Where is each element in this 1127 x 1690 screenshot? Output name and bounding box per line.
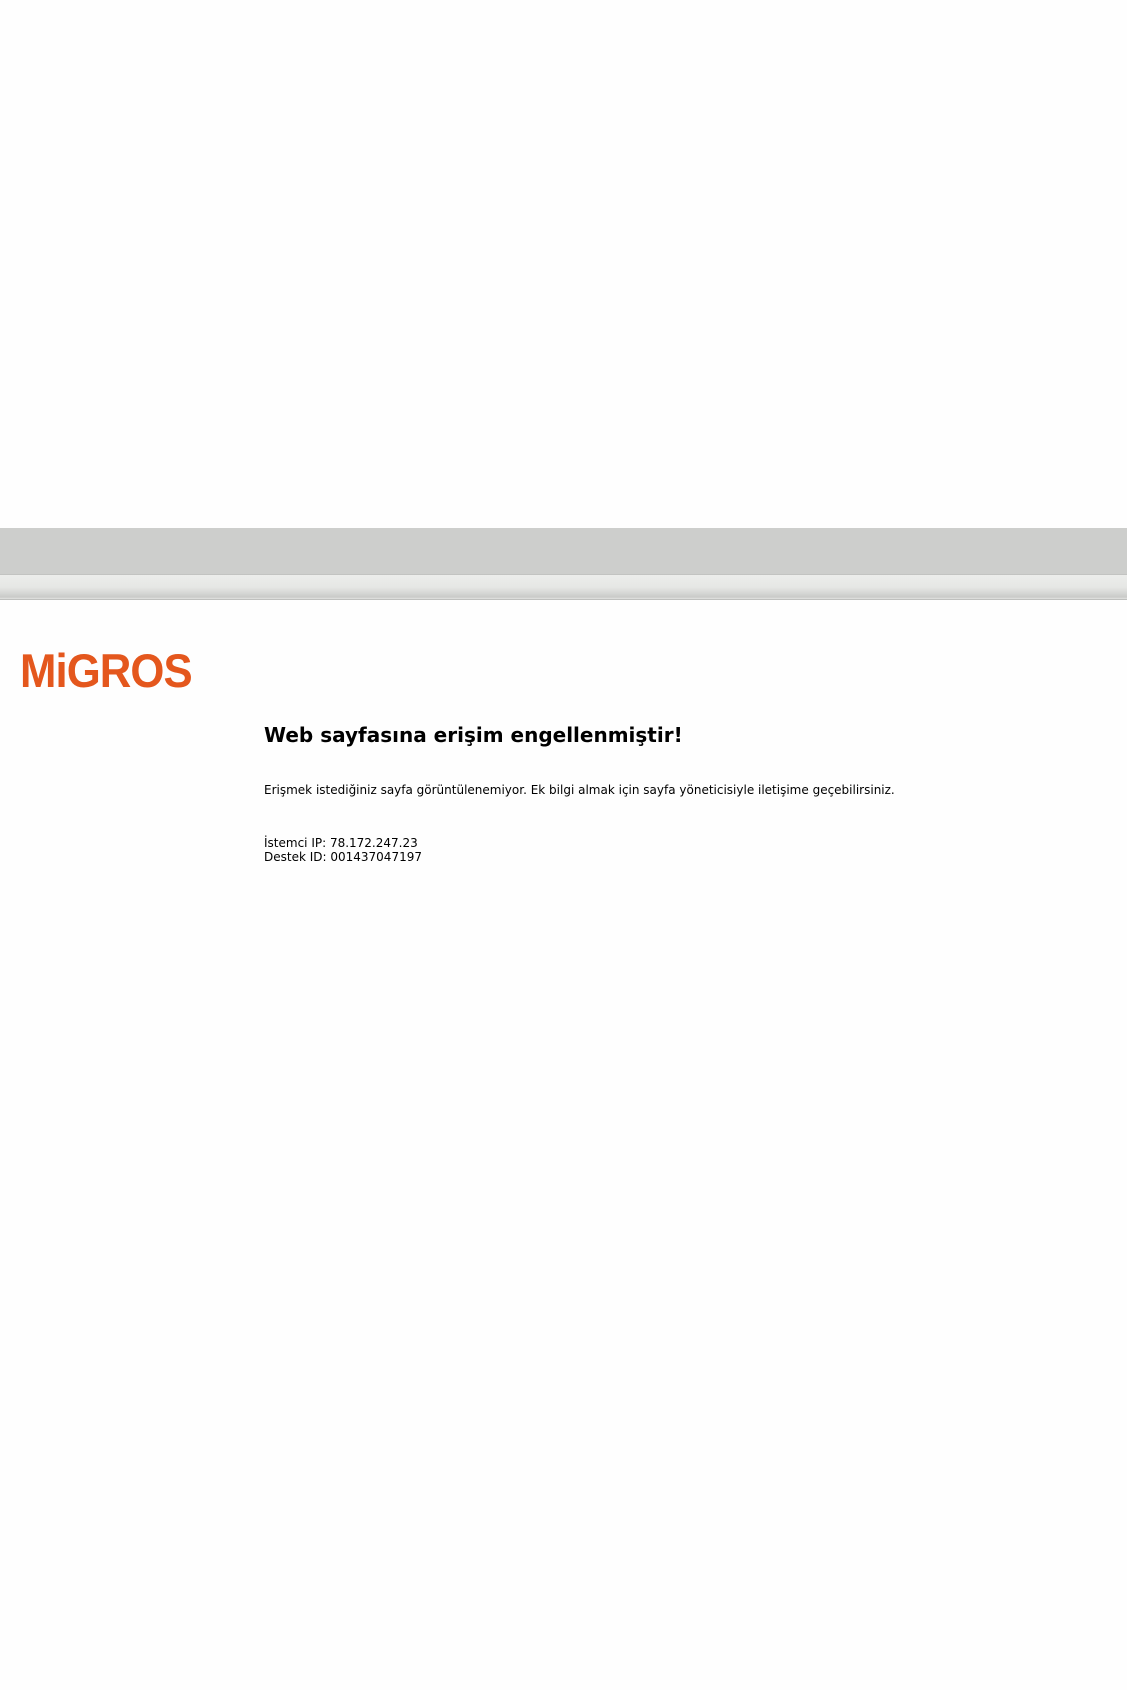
header-rail [0,575,1127,600]
blocked-message: Erişmek istediğiniz sayfa görüntülenemiy… [264,783,895,797]
client-ip: İstemci IP: 78.172.247.23 [264,836,418,850]
top-blank-area [0,0,1127,528]
blocked-page-content: Web sayfasına erişim engellenmiştir! Eri… [264,721,1084,864]
support-id: Destek ID: 001437047197 [264,850,422,864]
page-title: Web sayfasına erişim engellenmiştir! [264,723,683,747]
migros-logo: MiGROS [20,644,193,697]
header-bar [0,528,1127,575]
connection-info: İstemci IP: 78.172.247.23 Destek ID: 001… [264,836,1084,864]
